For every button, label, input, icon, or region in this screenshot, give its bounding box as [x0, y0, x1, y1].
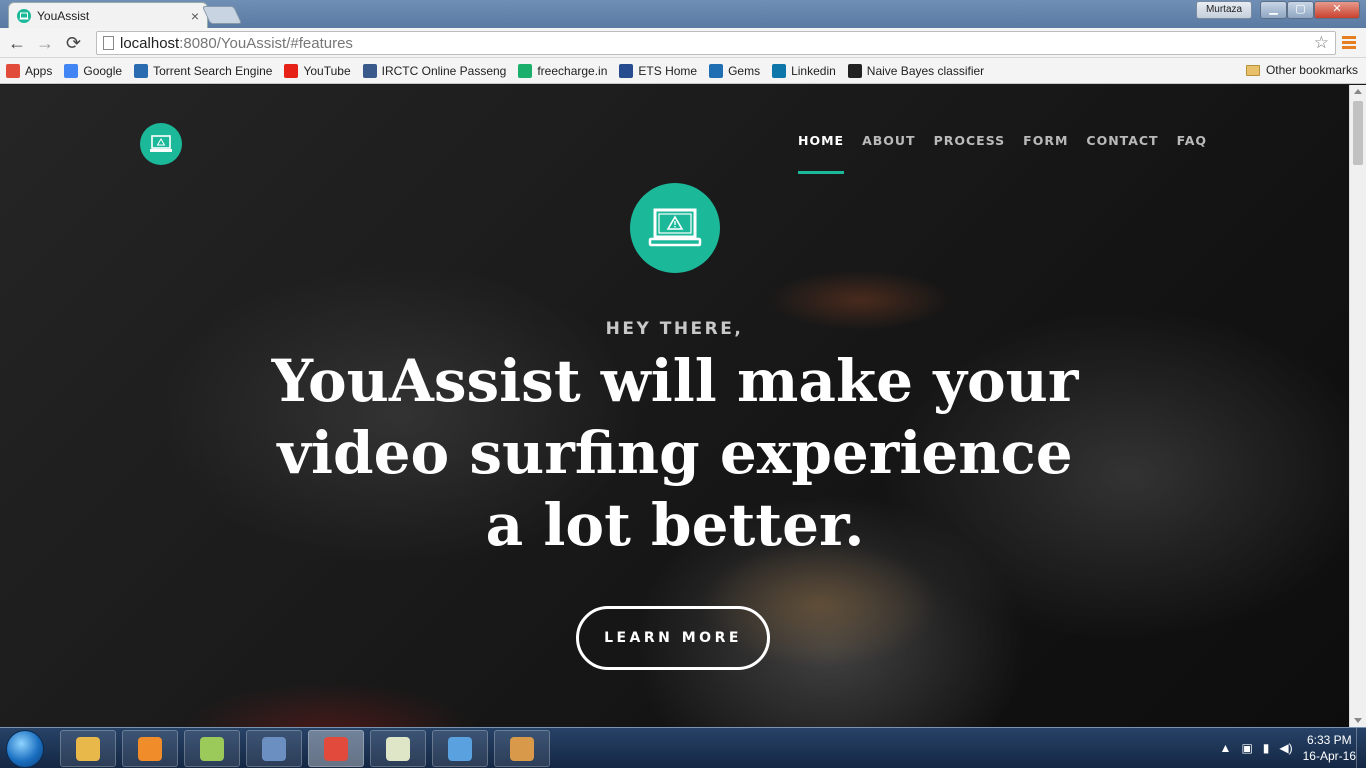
- nav-item-about[interactable]: ABOUT: [862, 133, 916, 174]
- address-bar[interactable]: localhost:8080/YouAssist/#features ☆: [96, 31, 1336, 55]
- bookmark-label: Naive Bayes classifier: [866, 63, 985, 78]
- torrent-icon: [134, 63, 149, 78]
- taskbar-app[interactable]: [494, 730, 550, 767]
- bookmark-label: Torrent Search Engine: [153, 63, 273, 78]
- page-viewport: HOME ABOUT PROCESS FORM CONTACT FAQ HEY THERE…: [0, 85, 1349, 727]
- url-path: :8080/YouAssist/#features: [179, 34, 353, 52]
- laptop-warning-logo-icon[interactable]: [140, 123, 182, 165]
- tab-close-icon[interactable]: ×: [191, 8, 199, 24]
- hero-eyebrow: HEY THERE,: [605, 319, 744, 339]
- tab-title: YouAssist: [37, 8, 90, 23]
- browser-menu-icon[interactable]: [1342, 36, 1356, 51]
- site-favicon-icon: [17, 8, 31, 23]
- bookmark-star-icon[interactable]: ☆: [1314, 33, 1329, 53]
- bookmark-label: freecharge.in: [537, 63, 608, 78]
- google-icon: [64, 63, 79, 78]
- hero-section: HOME ABOUT PROCESS FORM CONTACT FAQ HEY THERE…: [0, 85, 1349, 727]
- nav-item-contact[interactable]: CONTACT: [1086, 133, 1158, 174]
- media-player-icon: [138, 736, 162, 761]
- bookmarks-bar: Apps Google Torrent Search Engine YouTube IR…: [0, 58, 1366, 84]
- taskbar-app[interactable]: [246, 730, 302, 767]
- file-explorer-icon: [76, 736, 100, 761]
- browser-tab[interactable]: YouAssist ×: [8, 2, 208, 28]
- bookmark-label: IRCTC Online Passeng: [381, 63, 507, 78]
- volume-icon[interactable]: ◀): [1279, 741, 1292, 755]
- reload-icon[interactable]: ⟳: [66, 33, 81, 53]
- calculator-icon: [262, 736, 286, 761]
- bookmark-item[interactable]: freecharge.in: [518, 63, 608, 78]
- profile-badge[interactable]: Murtaza: [1196, 1, 1252, 19]
- bookmark-label: Linkedin: [791, 63, 836, 78]
- wikipedia-icon: [847, 63, 862, 78]
- laptop-warning-icon: [630, 183, 720, 273]
- scroll-down-icon[interactable]: [1354, 718, 1362, 723]
- other-bookmarks[interactable]: Other bookmarks: [1245, 63, 1358, 77]
- show-hidden-icons-icon[interactable]: ▲: [1220, 741, 1232, 755]
- ets-icon: [619, 63, 634, 78]
- virtualbox-icon: [448, 736, 472, 761]
- folder-icon: [1245, 64, 1260, 76]
- nav-item-form[interactable]: FORM: [1023, 133, 1068, 174]
- page-scrollbar[interactable]: [1349, 85, 1366, 727]
- apps-grid-icon: [6, 63, 20, 78]
- bookmark-item[interactable]: YouTube: [284, 63, 351, 78]
- taskbar-clock[interactable]: 6:33 PM 16-Apr-16: [1303, 732, 1356, 764]
- hero-headline: YouAssist will make your video surfing e…: [271, 347, 1079, 559]
- taskbar-app[interactable]: [370, 730, 426, 767]
- youtube-icon: [284, 63, 299, 78]
- irctc-icon: [362, 63, 377, 78]
- bookmark-item[interactable]: ETS Home: [619, 63, 698, 78]
- show-desktop-button[interactable]: [1356, 728, 1366, 768]
- page-icon: [103, 36, 114, 50]
- bookmark-item[interactable]: Apps: [6, 63, 53, 78]
- tex-editor-icon: [386, 736, 410, 761]
- device-icon[interactable]: ▣: [1241, 741, 1252, 755]
- bookmark-item[interactable]: Torrent Search Engine: [134, 63, 273, 78]
- taskbar-app[interactable]: [184, 730, 240, 767]
- maximize-button[interactable]: ▢: [1287, 1, 1314, 19]
- bookmark-item[interactable]: IRCTC Online Passeng: [362, 63, 507, 78]
- bookmark-label: Gems: [728, 63, 761, 78]
- nav-item-faq[interactable]: FAQ: [1177, 133, 1207, 174]
- linkedin-icon: [772, 63, 787, 78]
- taskbar-app[interactable]: [432, 730, 488, 767]
- bookmark-item[interactable]: Linkedin: [772, 63, 836, 78]
- system-tray: ▲ ▣ ▮ ◀) 6:33 PM 16-Apr-16: [1220, 732, 1356, 764]
- freecharge-icon: [518, 63, 533, 78]
- nav-item-process[interactable]: PROCESS: [934, 133, 1006, 174]
- bookmark-label: ETS Home: [638, 63, 698, 78]
- windows-taskbar: ▲ ▣ ▮ ◀) 6:33 PM 16-Apr-16: [0, 727, 1366, 768]
- bookmark-item[interactable]: Gems: [709, 63, 761, 78]
- bookmark-item[interactable]: Google: [64, 63, 123, 78]
- taskbar-app[interactable]: [60, 730, 116, 767]
- scrollbar-thumb[interactable]: [1353, 101, 1363, 165]
- network-signal-icon[interactable]: ▮: [1263, 741, 1270, 755]
- browser-toolbar: ← → ⟳ localhost:8080/YouAssist/#features…: [0, 28, 1366, 58]
- sticky-notes-icon: [200, 736, 224, 761]
- clock-time: 6:33 PM: [1306, 733, 1352, 747]
- site-nav: HOME ABOUT PROCESS FORM CONTACT FAQ: [797, 133, 1207, 174]
- nav-item-home[interactable]: HOME: [797, 133, 845, 174]
- taskbar-app[interactable]: [308, 730, 364, 767]
- start-button[interactable]: [6, 730, 44, 768]
- paint-icon: [510, 736, 534, 761]
- scroll-up-icon[interactable]: [1354, 89, 1362, 94]
- browser-titlebar: YouAssist × Murtaza ▁ ▢ ✕: [0, 0, 1366, 28]
- clock-date: 16-Apr-16: [1302, 749, 1356, 763]
- learn-more-button[interactable]: LEARN MORE: [576, 606, 770, 670]
- url-host: localhost: [120, 34, 180, 52]
- other-bookmarks-label: Other bookmarks: [1265, 63, 1358, 77]
- bookmark-label: Google: [83, 63, 123, 78]
- back-arrow-icon[interactable]: ←: [8, 33, 26, 53]
- close-window-button[interactable]: ✕: [1314, 1, 1360, 19]
- taskbar-app[interactable]: [122, 730, 178, 767]
- forward-arrow-icon[interactable]: →: [36, 33, 54, 53]
- minimize-button[interactable]: ▁: [1260, 1, 1287, 19]
- bookmark-label: Apps: [25, 63, 53, 78]
- bookmark-label: YouTube: [303, 63, 351, 78]
- chrome-icon: [324, 736, 348, 761]
- gems-icon: [709, 63, 724, 78]
- bookmark-item[interactable]: Naive Bayes classifier: [847, 63, 985, 78]
